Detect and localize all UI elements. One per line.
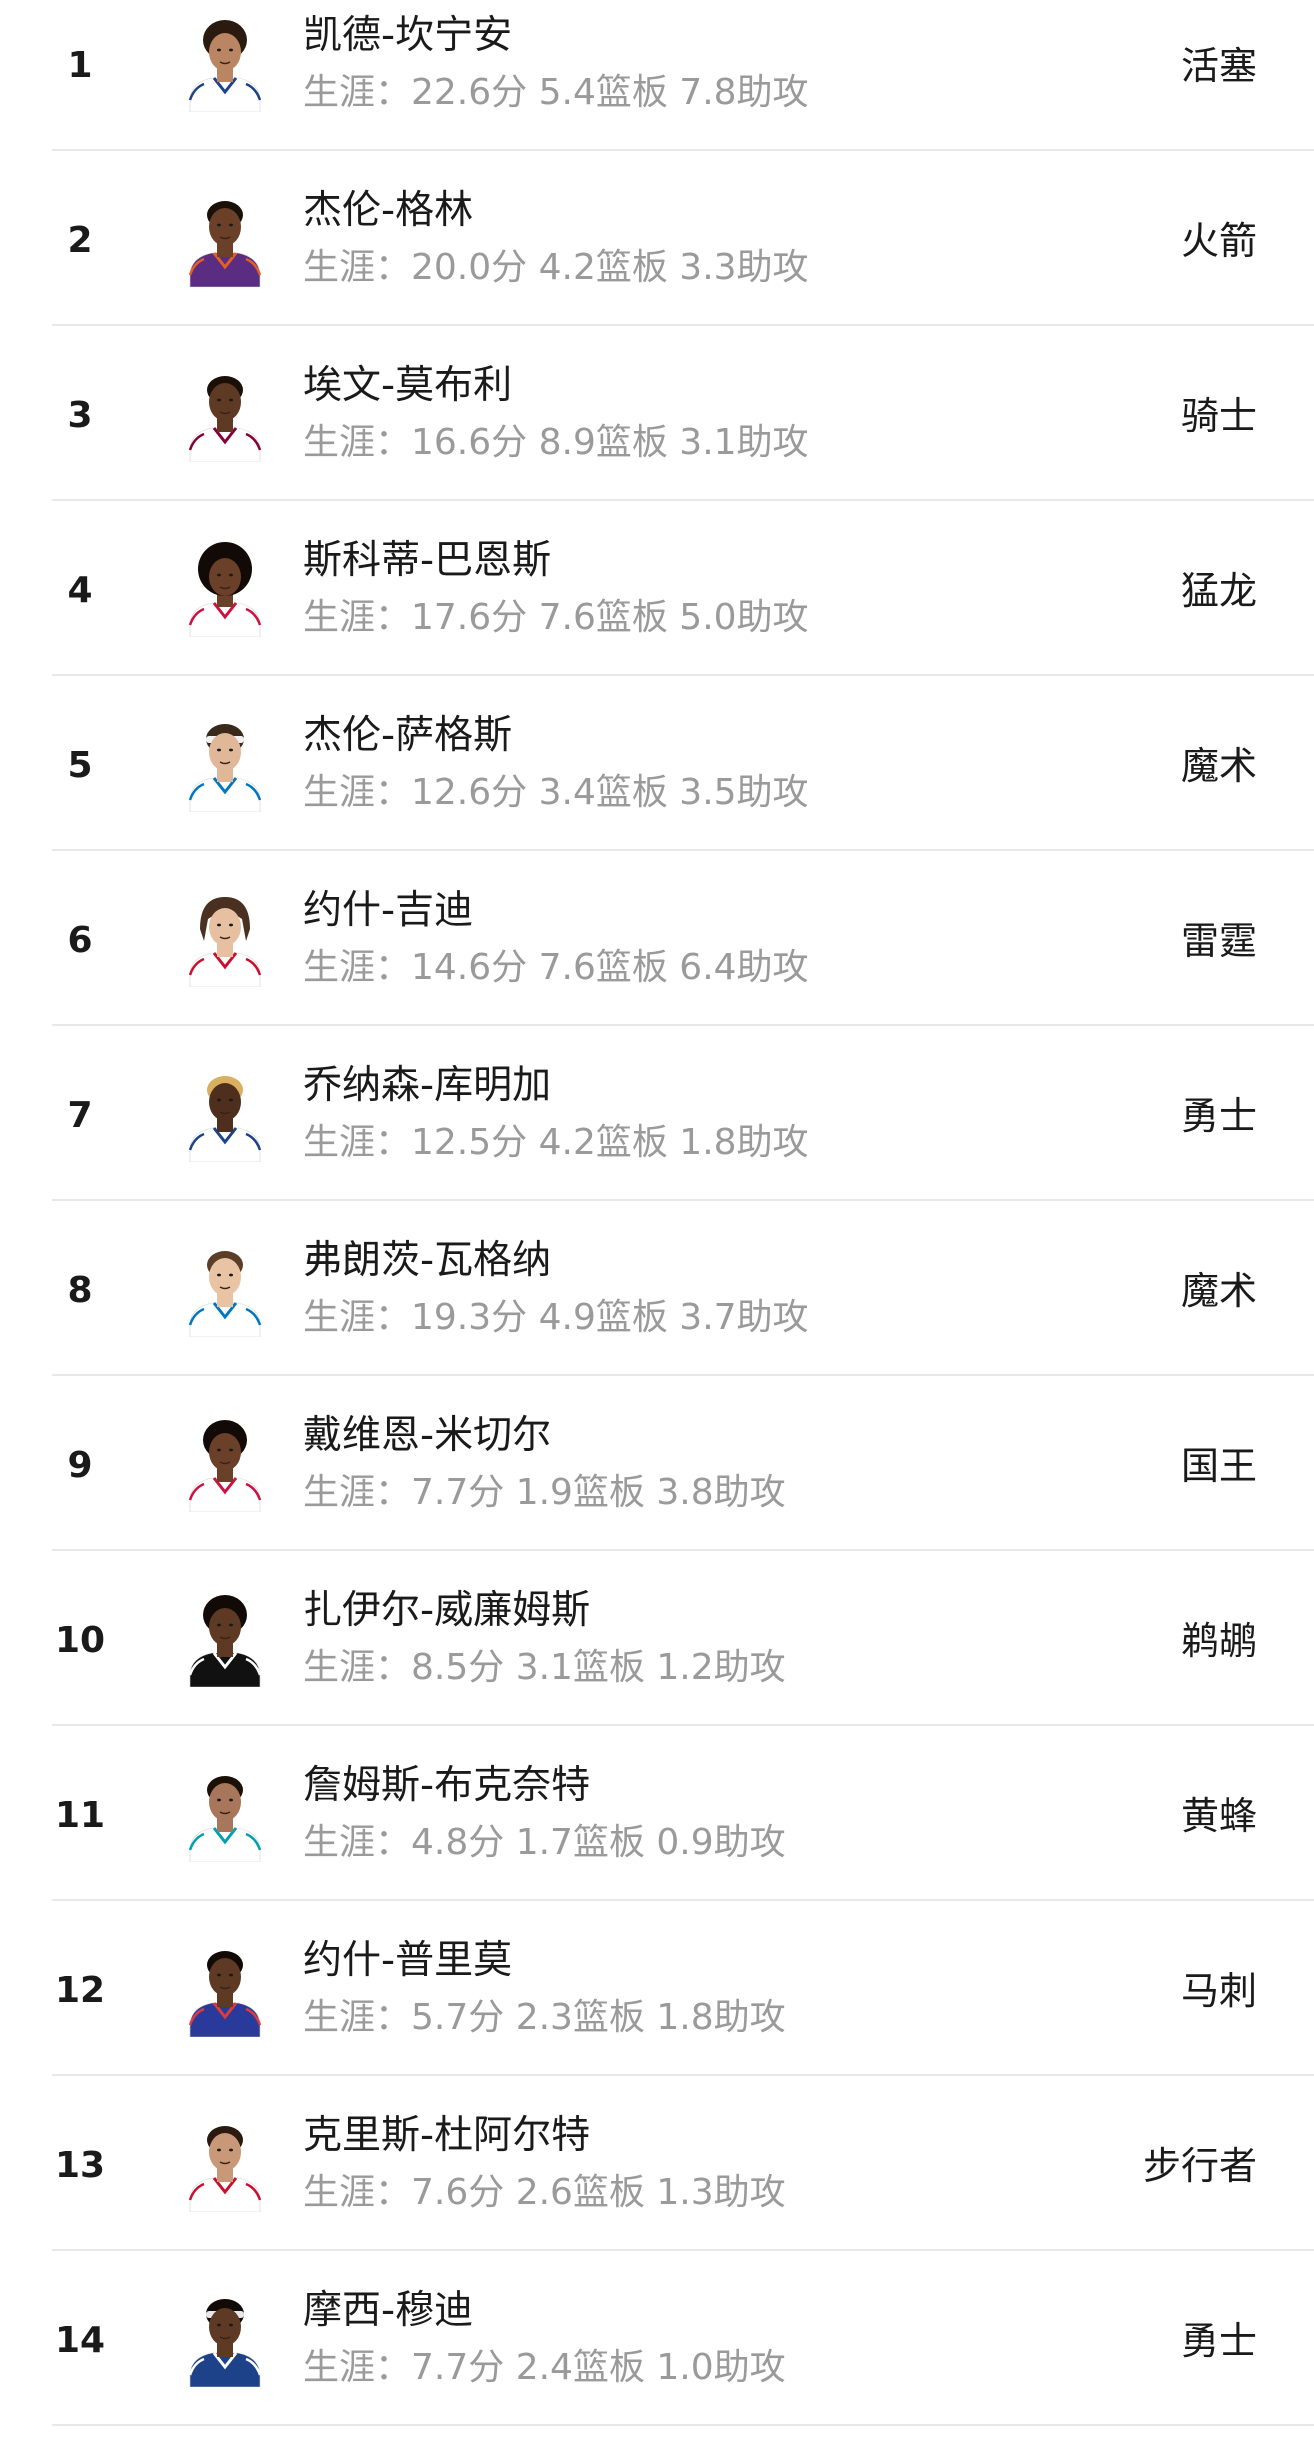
career-stats: 生涯：7.7分 1.9篮板 3.8助攻 bbox=[303, 1472, 786, 1513]
career-stats: 生涯：22.6分 5.4篮板 7.8助攻 bbox=[303, 72, 809, 113]
player-name: 弗朗茨-瓦格纳 bbox=[303, 1238, 552, 1283]
rank-number: 11 bbox=[54, 1795, 106, 1836]
career-stats: 生涯：8.5分 3.1篮板 1.2助攻 bbox=[303, 1647, 786, 1688]
row-divider bbox=[52, 1724, 1314, 1726]
rank-number: 9 bbox=[67, 1445, 93, 1486]
row-divider bbox=[52, 674, 1314, 676]
team-name: 火箭 bbox=[1180, 219, 1257, 263]
row-divider bbox=[52, 1899, 1314, 1901]
team-name: 魔术 bbox=[1180, 744, 1257, 788]
team-name: 黄蜂 bbox=[1180, 1794, 1257, 1838]
player-row[interactable]: 1 凯德-坎宁安 生涯：22.6分 5.4篮板 7.8助攻 活塞 bbox=[0, 0, 1314, 172]
player-ranking-list: 1 凯德-坎宁安 生涯：22.6分 5.4篮板 7.8助攻 活塞 2 杰伦-格林… bbox=[0, 0, 1314, 2426]
row-divider bbox=[52, 849, 1314, 851]
player-row[interactable]: 11 詹姆斯-布克奈特 生涯：4.8分 1.7篮板 0.9助攻 黄蜂 bbox=[0, 1746, 1314, 1922]
team-name: 马刺 bbox=[1180, 1969, 1257, 2013]
rank-number: 3 bbox=[67, 395, 93, 436]
player-name: 扎伊尔-威廉姆斯 bbox=[303, 1588, 591, 1633]
player-row[interactable]: 5 杰伦-萨格斯 生涯：12.6分 3.4篮板 3.5助攻 魔术 bbox=[0, 696, 1314, 872]
career-stats: 生涯：17.6分 7.6篮板 5.0助攻 bbox=[303, 597, 809, 638]
player-row[interactable]: 8 弗朗茨-瓦格纳 生涯：19.3分 4.9篮板 3.7助攻 魔术 bbox=[0, 1221, 1314, 1397]
team-name: 国王 bbox=[1180, 1444, 1257, 1488]
career-stats: 生涯：14.6分 7.6篮板 6.4助攻 bbox=[303, 947, 809, 988]
team-name: 勇士 bbox=[1180, 1094, 1257, 1138]
player-row[interactable]: 7 乔纳森-库明加 生涯：12.5分 4.2篮板 1.8助攻 勇士 bbox=[0, 1046, 1314, 1222]
team-name: 魔术 bbox=[1180, 1269, 1257, 1313]
player-row[interactable]: 6 约什-吉迪 生涯：14.6分 7.6篮板 6.4助攻 雷霆 bbox=[0, 871, 1314, 1047]
player-row[interactable]: 12 约什-普里莫 生涯：5.7分 2.3篮板 1.8助攻 马刺 bbox=[0, 1921, 1314, 2097]
player-row[interactable]: 9 戴维恩-米切尔 生涯：7.7分 1.9篮板 3.8助攻 国王 bbox=[0, 1396, 1314, 1572]
player-avatar bbox=[188, 20, 262, 112]
row-divider bbox=[52, 1549, 1314, 1551]
team-name: 骑士 bbox=[1180, 394, 1257, 438]
player-row[interactable]: 4 斯科蒂-巴恩斯 生涯：17.6分 7.6篮板 5.0助攻 猛龙 bbox=[0, 521, 1314, 697]
rank-number: 14 bbox=[54, 2320, 106, 2361]
player-row[interactable]: 10 扎伊尔-威廉姆斯 生涯：8.5分 3.1篮板 1.2助攻 鹈鹕 bbox=[0, 1571, 1314, 1747]
career-stats: 生涯：20.0分 4.2篮板 3.3助攻 bbox=[303, 247, 809, 288]
career-stats: 生涯：12.6分 3.4篮板 3.5助攻 bbox=[303, 772, 809, 813]
player-name: 凯德-坎宁安 bbox=[303, 13, 513, 58]
player-name: 詹姆斯-布克奈特 bbox=[303, 1763, 591, 1808]
row-divider bbox=[52, 1024, 1314, 1026]
team-name: 活塞 bbox=[1180, 44, 1257, 88]
career-stats: 生涯：4.8分 1.7篮板 0.9助攻 bbox=[303, 1822, 786, 1863]
rank-number: 6 bbox=[67, 920, 93, 961]
rank-number: 13 bbox=[54, 2145, 106, 2186]
player-avatar bbox=[188, 2126, 262, 2212]
row-divider bbox=[52, 2424, 1314, 2426]
player-avatar bbox=[188, 542, 262, 637]
row-divider bbox=[52, 2074, 1314, 2076]
player-avatar bbox=[188, 897, 262, 987]
player-avatar bbox=[188, 1951, 262, 2037]
rank-number: 8 bbox=[67, 1270, 93, 1311]
team-name: 猛龙 bbox=[1180, 569, 1257, 613]
player-name: 约什-吉迪 bbox=[303, 888, 474, 933]
player-name: 戴维恩-米切尔 bbox=[303, 1413, 552, 1458]
player-avatar bbox=[188, 724, 262, 812]
player-avatar bbox=[188, 1595, 262, 1687]
player-avatar bbox=[188, 1251, 262, 1337]
team-name: 雷霆 bbox=[1180, 919, 1257, 963]
player-avatar bbox=[188, 2299, 262, 2387]
player-avatar bbox=[188, 1420, 262, 1512]
career-stats: 生涯：16.6分 8.9篮板 3.1助攻 bbox=[303, 422, 809, 463]
team-name: 勇士 bbox=[1180, 2319, 1257, 2363]
career-stats: 生涯：19.3分 4.9篮板 3.7助攻 bbox=[303, 1297, 809, 1338]
career-stats: 生涯：5.7分 2.3篮板 1.8助攻 bbox=[303, 1997, 786, 2038]
player-avatar bbox=[188, 376, 262, 462]
rank-number: 7 bbox=[67, 1095, 93, 1136]
player-name: 埃文-莫布利 bbox=[303, 363, 513, 408]
player-name: 杰伦-萨格斯 bbox=[303, 713, 513, 758]
rank-number: 4 bbox=[67, 570, 93, 611]
player-row[interactable]: 13 克里斯-杜阿尔特 生涯：7.6分 2.6篮板 1.3助攻 步行者 bbox=[0, 2096, 1314, 2272]
row-divider bbox=[52, 1199, 1314, 1201]
row-divider bbox=[52, 499, 1314, 501]
rank-number: 10 bbox=[54, 1620, 106, 1661]
player-row[interactable]: 3 埃文-莫布利 生涯：16.6分 8.9篮板 3.1助攻 骑士 bbox=[0, 346, 1314, 522]
player-row[interactable]: 2 杰伦-格林 生涯：20.0分 4.2篮板 3.3助攻 火箭 bbox=[0, 171, 1314, 347]
player-name: 约什-普里莫 bbox=[303, 1938, 513, 1983]
team-name: 步行者 bbox=[1142, 2144, 1257, 2188]
row-divider bbox=[52, 324, 1314, 326]
rank-number: 5 bbox=[67, 745, 93, 786]
row-divider bbox=[52, 2249, 1314, 2251]
player-avatar bbox=[188, 201, 262, 287]
rank-number: 2 bbox=[67, 220, 93, 261]
row-divider bbox=[52, 1374, 1314, 1376]
row-divider bbox=[52, 149, 1314, 151]
player-avatar bbox=[188, 1776, 262, 1862]
rank-number: 1 bbox=[67, 45, 93, 86]
player-avatar bbox=[188, 1076, 262, 1162]
player-row[interactable]: 14 摩西-穆迪 生涯：7.7分 2.4篮板 1.0助攻 勇士 bbox=[0, 2271, 1314, 2447]
player-name: 斯科蒂-巴恩斯 bbox=[303, 538, 552, 583]
career-stats: 生涯：12.5分 4.2篮板 1.8助攻 bbox=[303, 1122, 809, 1163]
career-stats: 生涯：7.6分 2.6篮板 1.3助攻 bbox=[303, 2172, 786, 2213]
player-name: 摩西-穆迪 bbox=[303, 2288, 474, 2333]
player-name: 克里斯-杜阿尔特 bbox=[303, 2113, 591, 2158]
player-name: 杰伦-格林 bbox=[303, 188, 474, 233]
rank-number: 12 bbox=[54, 1970, 106, 2011]
team-name: 鹈鹕 bbox=[1180, 1619, 1257, 1663]
player-name: 乔纳森-库明加 bbox=[303, 1063, 552, 1108]
career-stats: 生涯：7.7分 2.4篮板 1.0助攻 bbox=[303, 2347, 786, 2388]
